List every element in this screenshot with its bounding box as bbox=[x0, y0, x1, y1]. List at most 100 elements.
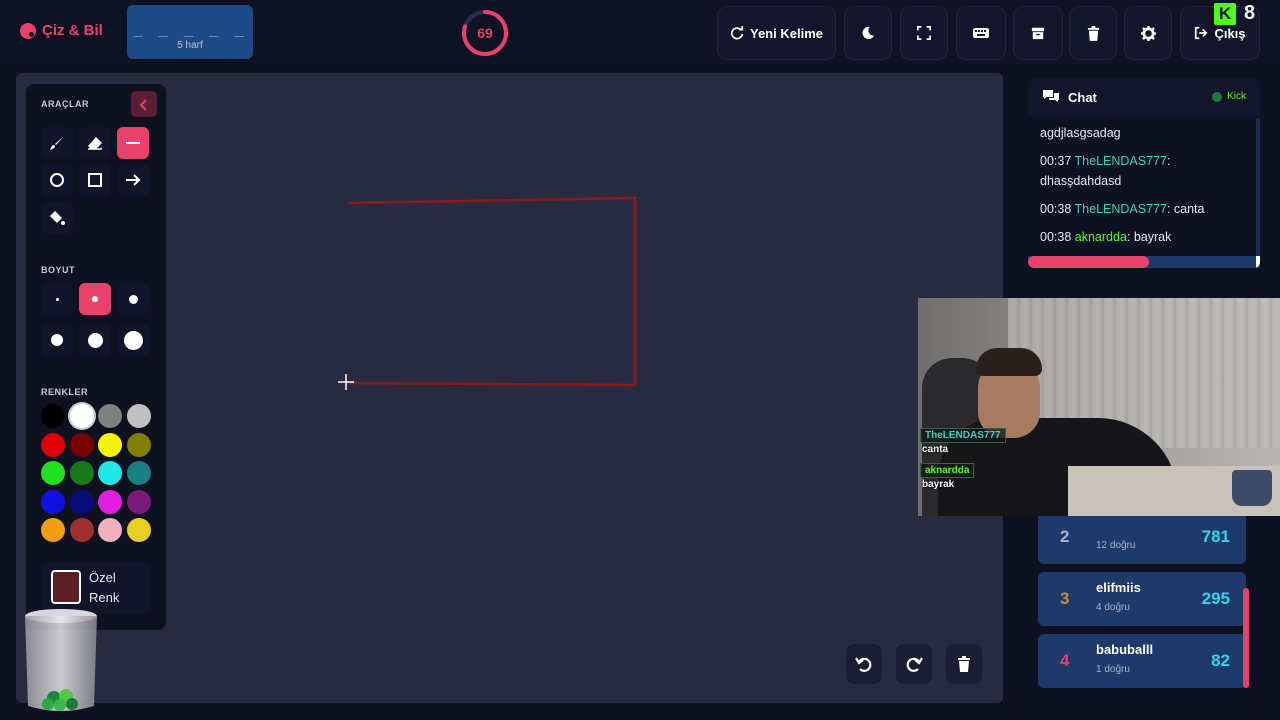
size-dot bbox=[87, 332, 103, 348]
color-swatch[interactable] bbox=[126, 432, 151, 457]
colors-section-label: RENKLER bbox=[41, 387, 89, 397]
chat-message-user[interactable]: aknardda bbox=[1075, 230, 1127, 244]
custom-color-label-line2: Renk bbox=[89, 590, 120, 605]
color-swatch[interactable] bbox=[98, 489, 122, 514]
color-swatch[interactable] bbox=[69, 489, 94, 514]
leaderboard-scrollbar[interactable] bbox=[1243, 588, 1249, 688]
redo-button[interactable] bbox=[896, 644, 932, 684]
line-tool-button[interactable] bbox=[117, 127, 149, 159]
leaderboard-player-name: babuballl bbox=[1096, 642, 1154, 657]
word-dashes: _ _ _ _ _ bbox=[133, 18, 247, 37]
webcam-overlay: TheLENDAS777 canta aknardda bayrak bbox=[918, 298, 1280, 516]
leaderboard-score: 82 bbox=[1211, 651, 1230, 670]
leaderboard-rank: 3 bbox=[1060, 589, 1070, 608]
chat-status-label: Kick bbox=[1227, 91, 1246, 102]
chat-status: Kick bbox=[1212, 91, 1246, 102]
color-swatch[interactable] bbox=[98, 432, 122, 457]
kick-viewers-badge: K 8 bbox=[1214, 2, 1255, 25]
arrow-right-icon bbox=[126, 174, 141, 186]
color-swatch[interactable] bbox=[98, 404, 122, 428]
color-swatch[interactable] bbox=[98, 461, 122, 485]
chat-scrollbar[interactable] bbox=[1256, 118, 1260, 268]
size-2-button[interactable] bbox=[79, 283, 111, 315]
color-swatch[interactable] bbox=[69, 518, 94, 542]
webcam-person-hair bbox=[976, 348, 1042, 376]
keyboard-button[interactable] bbox=[956, 6, 1006, 60]
color-swatch[interactable] bbox=[41, 489, 65, 514]
chat-title: Chat bbox=[1068, 90, 1097, 105]
circle-icon bbox=[50, 173, 64, 187]
gear-icon bbox=[1140, 25, 1156, 41]
size-5-button[interactable] bbox=[79, 324, 111, 356]
chevron-left-icon bbox=[139, 99, 147, 112]
collapse-panel-button[interactable] bbox=[131, 91, 157, 117]
fullscreen-button[interactable] bbox=[900, 6, 948, 60]
eraser-tool-button[interactable] bbox=[79, 127, 111, 159]
size-dot bbox=[55, 297, 59, 301]
leaderboard-correct-count: 12 doğru bbox=[1096, 540, 1136, 551]
settings-button[interactable] bbox=[1124, 6, 1172, 60]
size-1-button[interactable] bbox=[41, 283, 73, 315]
color-swatch[interactable] bbox=[41, 404, 65, 428]
chat-message-text: : bayrak bbox=[1126, 230, 1172, 244]
eraser-icon bbox=[88, 137, 102, 150]
redo-icon bbox=[906, 657, 923, 672]
webcam-chat-user: TheLENDAS777 bbox=[920, 428, 1006, 443]
chat-message: agdjlasgsadag bbox=[1040, 123, 1248, 143]
leaderboard-player-name: elifmiis bbox=[1096, 580, 1141, 595]
custom-color-swatch[interactable] bbox=[51, 570, 81, 604]
fill-tool-button[interactable] bbox=[41, 202, 73, 234]
app-title: Çiz & Bil bbox=[42, 22, 103, 39]
leaderboard-correct-count: 1 doğru bbox=[1096, 664, 1130, 675]
circle-tool-button[interactable] bbox=[41, 164, 73, 196]
size-3-button[interactable] bbox=[117, 283, 149, 315]
color-swatch[interactable] bbox=[41, 518, 65, 542]
new-word-button[interactable]: Yeni Kelime bbox=[717, 6, 836, 60]
undo-button[interactable] bbox=[846, 644, 882, 684]
chat-message-time: 00:38 bbox=[1040, 230, 1075, 244]
refresh-icon bbox=[730, 26, 744, 40]
delete-button[interactable] bbox=[1069, 6, 1117, 60]
app-logo[interactable]: Çiz & Bil bbox=[20, 22, 103, 39]
chat-message: 00:37 TheLENDAS777: dhasşdahdasd bbox=[1040, 151, 1248, 191]
rectangle-tool-button[interactable] bbox=[79, 164, 111, 196]
webcam-chat-text: bayrak bbox=[922, 479, 955, 490]
new-word-label: Yeni Kelime bbox=[750, 25, 823, 41]
color-swatch[interactable] bbox=[69, 432, 94, 457]
trash-icon bbox=[958, 656, 970, 672]
color-swatch[interactable] bbox=[126, 518, 151, 542]
chat-message: 00:38 aknardda: bayrak bbox=[1040, 227, 1248, 247]
color-swatch[interactable] bbox=[41, 432, 65, 457]
webcam-chat-user: aknardda bbox=[920, 463, 975, 478]
color-swatch[interactable] bbox=[69, 404, 94, 428]
archive-button[interactable] bbox=[1013, 6, 1063, 60]
chat-message-user[interactable]: TheLENDAS777 bbox=[1075, 154, 1167, 168]
size-4-button[interactable] bbox=[41, 324, 73, 356]
color-swatch[interactable] bbox=[69, 461, 94, 485]
color-swatch[interactable] bbox=[126, 404, 151, 428]
sign-out-icon bbox=[1195, 26, 1208, 40]
color-swatch[interactable] bbox=[41, 461, 65, 485]
comments-icon bbox=[1043, 90, 1059, 102]
keyboard-icon bbox=[973, 28, 989, 38]
word-display: _ _ _ _ _ 5 harf bbox=[127, 5, 253, 59]
custom-color-button[interactable]: Özel Renk bbox=[41, 562, 151, 614]
chat-message-user[interactable]: TheLENDAS777 bbox=[1075, 202, 1167, 216]
webcam-mug bbox=[1232, 470, 1272, 506]
color-swatch[interactable] bbox=[126, 461, 151, 485]
chat-message-time: 00:38 bbox=[1040, 202, 1075, 216]
tools-section-label: ARAÇLAR bbox=[41, 99, 89, 109]
chat-panel: Chat Kick agdjlasgsadag 00:37 TheLENDAS77… bbox=[1028, 78, 1260, 268]
timer-value: 69 bbox=[477, 25, 493, 41]
timer: 69 bbox=[460, 8, 510, 58]
color-swatch[interactable] bbox=[98, 518, 122, 542]
clear-canvas-button[interactable] bbox=[946, 644, 982, 684]
color-swatch[interactable] bbox=[126, 489, 151, 514]
arrow-tool-button[interactable] bbox=[117, 164, 149, 196]
leaderboard-score: 295 bbox=[1201, 589, 1230, 608]
size-dot bbox=[123, 330, 143, 350]
brush-tool-button[interactable] bbox=[41, 127, 73, 159]
size-6-button[interactable] bbox=[117, 324, 149, 356]
dark-mode-button[interactable] bbox=[844, 6, 892, 60]
custom-color-label-line1: Özel bbox=[89, 570, 116, 585]
